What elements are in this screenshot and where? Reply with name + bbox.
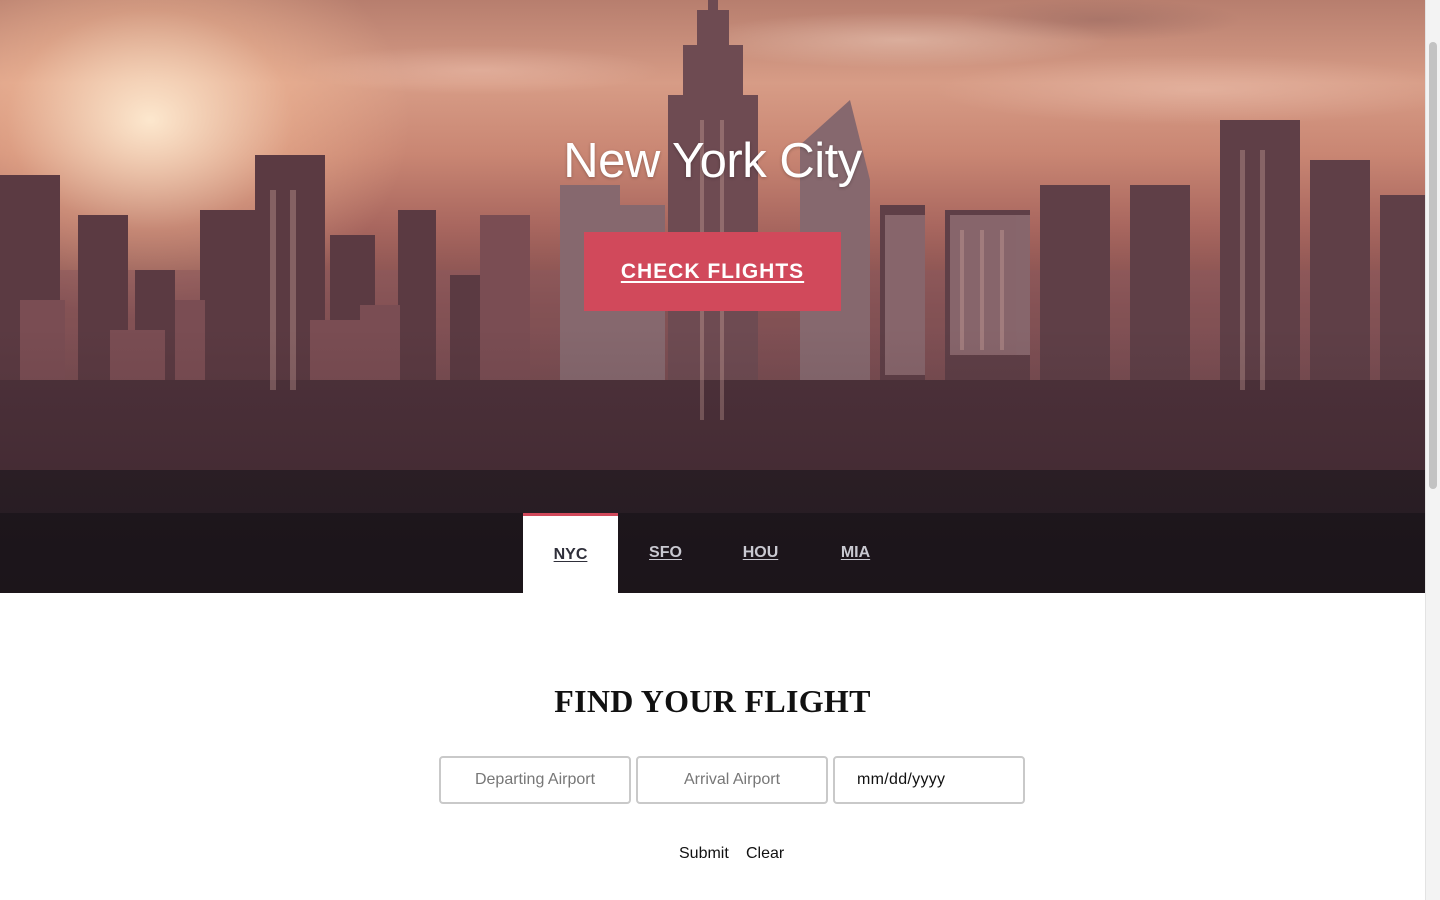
date-input-value: mm/dd/yyyy [857, 771, 946, 788]
tab-sfo[interactable]: SFO [618, 513, 713, 593]
date-input[interactable]: mm/dd/yyyy [833, 756, 1025, 804]
city-tab-bar: NYC SFO HOU MIA [0, 513, 1425, 593]
arrival-airport-input[interactable] [636, 756, 828, 804]
find-flight-heading: FIND YOUR FLIGHT [554, 683, 871, 719]
check-flights-button[interactable]: CHECK FLIGHTS [584, 232, 841, 311]
tab-nyc[interactable]: NYC [523, 513, 618, 593]
page: New York City CHECK FLIGHTS NYC SFO HOU … [0, 0, 1425, 900]
submit-button[interactable]: Submit [679, 843, 729, 865]
vertical-scrollbar[interactable] [1425, 0, 1440, 900]
tab-hou[interactable]: HOU [713, 513, 808, 593]
hero-title: New York City [563, 134, 862, 188]
departing-airport-input[interactable] [439, 756, 631, 804]
clear-button[interactable]: Clear [746, 843, 784, 865]
scrollbar-thumb[interactable] [1429, 42, 1437, 489]
hero-banner: New York City CHECK FLIGHTS NYC SFO HOU … [0, 0, 1425, 593]
tab-mia[interactable]: MIA [808, 513, 903, 593]
